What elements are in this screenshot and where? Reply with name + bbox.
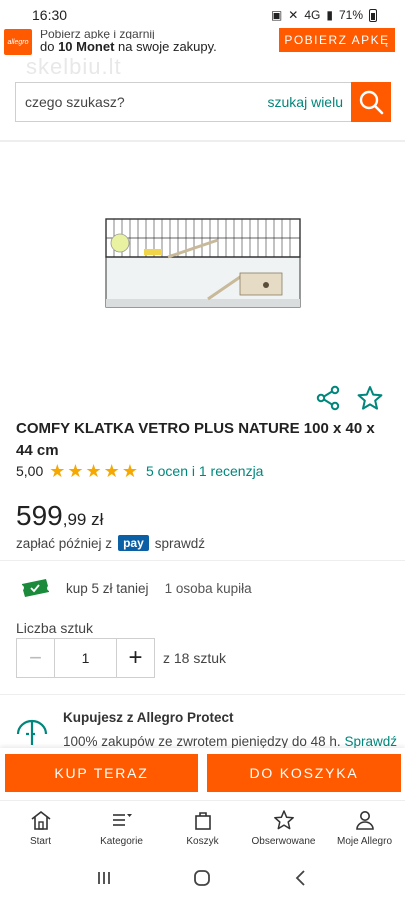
- status-icons: ▣ ✕ 4G ▮ 71%: [271, 8, 377, 22]
- star-icon: ★: [103, 461, 120, 481]
- battery-icon: [369, 8, 377, 22]
- nav-cart[interactable]: Koszyk: [162, 801, 243, 855]
- add-to-cart-button[interactable]: DO KOSZYKA: [207, 754, 401, 792]
- protect-link[interactable]: Sprawdź: [344, 734, 397, 748]
- star-icon: ★: [85, 461, 102, 481]
- notification-icon: ▣: [270, 8, 283, 22]
- product-rating: 5,00 ★ ★ ★ ★ ★ 5 ocen i 1 recenzja: [16, 462, 263, 480]
- price-fraction: ,99 zł: [62, 510, 104, 529]
- action-bar: KUP TERAZ DO KOSZYKA: [0, 748, 405, 800]
- product-title: COMFY KLATKA VETRO PLUS NATURE 100 x 40 …: [16, 420, 375, 459]
- status-time: 16:30: [32, 7, 68, 23]
- pay-later-text: zapłać później z: [16, 535, 113, 551]
- promo-line2: do 10 Monet na swoje zakupy.: [40, 39, 217, 54]
- home-icon: [31, 810, 50, 830]
- bag-icon: [194, 811, 211, 830]
- star-icon: ★: [121, 461, 138, 481]
- protect-text: 100% zakupów ze zwrotem pieniędzy do 48 …: [63, 734, 397, 748]
- search-bar: czego szukasz? szukaj wielu: [15, 82, 391, 122]
- nav-categories[interactable]: Kategorie: [81, 801, 162, 855]
- rating-stars: ★ ★ ★ ★ ★: [49, 462, 138, 480]
- search-icon: [359, 90, 384, 115]
- mute-icon: ✕: [288, 8, 299, 22]
- stock-text: z 18 sztuk: [163, 650, 227, 666]
- promo-text: Pobierz apkę i zgarnij do 10 Monet na sw…: [40, 30, 217, 54]
- pay-logo: pay: [118, 535, 149, 551]
- allegro-logo: allegro: [4, 29, 32, 55]
- bottom-nav: Start Kategorie Koszyk Obserwowane Moje …: [0, 800, 405, 855]
- divider: [0, 560, 405, 561]
- user-icon: [355, 810, 374, 830]
- app-promo-banner: allegro Pobierz apkę i zgarnij do 10 Mon…: [0, 28, 405, 56]
- back-icon[interactable]: [292, 869, 310, 887]
- quantity-input[interactable]: 1: [55, 639, 116, 677]
- pay-later-row: zapłać później z pay sprawdź: [16, 535, 205, 551]
- search-input[interactable]: czego szukasz?: [16, 94, 268, 110]
- signal-icon: ▮: [326, 8, 333, 22]
- quantity-label: Liczba sztuk: [16, 620, 94, 636]
- product-image[interactable]: [98, 195, 308, 315]
- share-icon[interactable]: [315, 385, 341, 411]
- price-main: 599: [16, 500, 63, 531]
- search-many-link[interactable]: szukaj wielu: [268, 94, 343, 110]
- umbrella-icon: [16, 719, 48, 745]
- status-bar: 16:30 ▣ ✕ 4G ▮ 71%: [0, 0, 405, 30]
- divider: [0, 694, 405, 695]
- discount-text[interactable]: kup 5 zł taniej: [66, 581, 149, 596]
- product-price: 599,99 zł: [16, 500, 103, 532]
- star-icon: [273, 809, 294, 829]
- quantity-stepper: − 1 +: [16, 638, 155, 678]
- watch-star-icon[interactable]: [357, 385, 383, 411]
- rating-value: 5,00: [16, 463, 44, 479]
- nav-my-allegro[interactable]: Moje Allegro: [324, 801, 405, 855]
- star-icon: ★: [49, 461, 66, 481]
- download-app-button[interactable]: POBIERZ APKĘ: [279, 28, 395, 52]
- offer-row: kup 5 zł taniej 1 osoba kupiła: [20, 578, 252, 598]
- coupon-icon: [22, 579, 49, 597]
- nav-start[interactable]: Start: [0, 801, 81, 855]
- bought-count: 1 osoba kupiła: [164, 580, 252, 596]
- home-button-icon[interactable]: [193, 869, 211, 887]
- search-button[interactable]: [351, 82, 391, 122]
- menu-icon: [112, 813, 132, 826]
- divider: [0, 140, 405, 142]
- watermark: skelbiu.lt: [26, 54, 122, 79]
- reviews-link[interactable]: 5 ocen i 1 recenzja: [146, 463, 264, 479]
- battery-percent: 71%: [338, 8, 363, 22]
- decrease-button[interactable]: −: [17, 639, 55, 677]
- nav-watched[interactable]: Obserwowane: [243, 801, 324, 855]
- system-nav-bar: [0, 855, 405, 900]
- increase-button[interactable]: +: [116, 639, 154, 677]
- buy-now-button[interactable]: KUP TERAZ: [5, 754, 198, 792]
- pay-check-link[interactable]: sprawdź: [155, 536, 205, 551]
- star-icon: ★: [67, 461, 84, 481]
- recent-apps-icon[interactable]: [95, 870, 113, 886]
- protect-title: Kupujesz z Allegro Protect: [63, 710, 234, 725]
- signal-label: 4G: [304, 8, 321, 22]
- promo-line1: Pobierz apkę i zgarnij: [40, 30, 155, 39]
